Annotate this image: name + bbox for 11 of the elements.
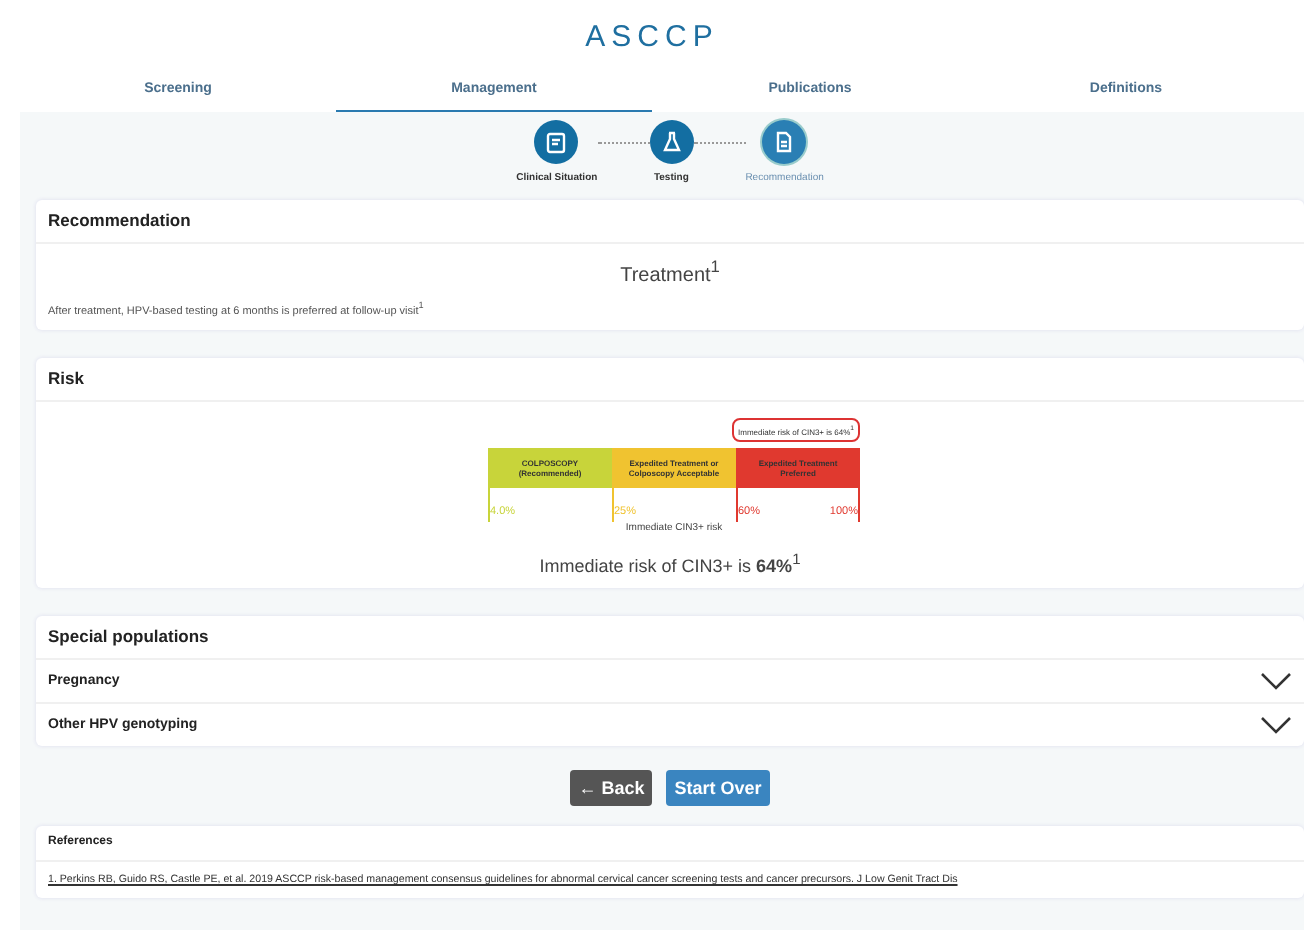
- section-title: Recommendation: [46, 208, 193, 234]
- logo: ASCCP: [585, 18, 719, 58]
- step-icon[interactable]: [534, 120, 579, 164]
- step-icon[interactable]: [649, 120, 694, 164]
- start-over-button[interactable]: Start Over: [666, 770, 770, 807]
- section-title: Risk: [46, 366, 86, 393]
- back-button[interactable]: ← Back: [570, 770, 653, 807]
- recommendation-headline: Treatment$^{1}$: [618, 256, 722, 287]
- section-title: Special populations: [46, 624, 211, 651]
- step-icon[interactable]: [762, 120, 807, 164]
- risk-summary: Immediate risk of CIN3+ is 64%$^{1}$: [539, 550, 801, 577]
